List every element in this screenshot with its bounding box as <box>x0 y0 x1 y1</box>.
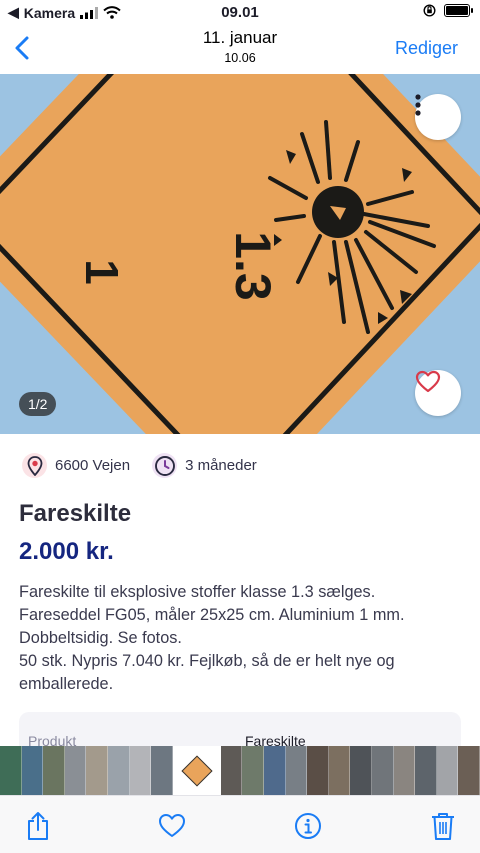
thumbnail[interactable] <box>307 746 329 795</box>
thumbnail[interactable] <box>86 746 108 795</box>
share-button[interactable] <box>23 811 53 841</box>
thumbnail[interactable] <box>328 746 351 795</box>
photo-counter: 1/2 <box>19 392 57 416</box>
sign-division-number: 1 <box>76 259 128 285</box>
heart-outline-icon <box>159 814 185 837</box>
thumbnail-selected[interactable] <box>172 746 221 795</box>
status-time: 09.01 <box>221 4 259 21</box>
description-line: Dobbeltsidig. Se fotos. <box>19 629 182 647</box>
status-bar: ◀ Kamera 09.01 <box>0 0 480 24</box>
thumbnail[interactable] <box>151 746 173 795</box>
bottom-toolbar <box>0 795 480 853</box>
thumbnail[interactable] <box>43 746 65 795</box>
thumbnail[interactable] <box>436 746 459 795</box>
delete-button[interactable] <box>428 811 458 841</box>
photo-thumbnail-strip[interactable] <box>0 746 480 795</box>
thumbnail[interactable] <box>21 746 44 795</box>
nav-bar: 11. januar 10.06 Rediger <box>0 24 480 74</box>
info-icon <box>295 813 321 839</box>
hazard-sign-image: 1.3 1 <box>0 74 480 434</box>
thumbnail[interactable] <box>0 746 22 795</box>
listing-title: Fareskilte <box>19 500 132 527</box>
thumbnail[interactable] <box>350 746 372 795</box>
description-line: Fareseddel FG05, måler 25x25 cm. Alumini… <box>19 606 405 624</box>
thumbnail[interactable] <box>285 746 308 795</box>
clock-icon <box>152 453 178 478</box>
edit-button[interactable]: Rediger <box>395 38 458 59</box>
more-options-button[interactable] <box>415 94 461 140</box>
thumbnail[interactable] <box>458 746 480 795</box>
age-text: 3 måneder <box>185 457 257 474</box>
description-line: Fareskilte til eksplosive stoffer klasse… <box>19 583 376 601</box>
info-button[interactable] <box>293 811 323 841</box>
listing-photo[interactable]: 1.3 1 1/2 <box>0 74 480 434</box>
listing-meta: 6600 Vejen 3 måneder <box>22 453 279 478</box>
thumbnail-sign-preview <box>181 754 213 787</box>
description-line: emballerede. <box>19 675 114 693</box>
listing-description: Fareskilte til eksplosive stoffer klasse… <box>19 581 469 696</box>
age-info: 3 måneder <box>152 453 257 478</box>
listing-price: 2.000 kr. <box>19 538 114 565</box>
thumbnail[interactable] <box>263 746 286 795</box>
location-pin-icon <box>22 453 47 478</box>
thumbnail[interactable] <box>242 746 264 795</box>
toolbar-favorite-button[interactable] <box>157 811 187 841</box>
favorite-button[interactable] <box>415 370 461 416</box>
thumbnail[interactable] <box>129 746 152 795</box>
thumbnail[interactable] <box>64 746 87 795</box>
location-text: 6600 Vejen <box>55 457 131 474</box>
share-icon <box>28 812 48 840</box>
thumbnail[interactable] <box>415 746 437 795</box>
orientation-lock-icon <box>423 4 436 17</box>
more-vertical-icon <box>415 94 421 116</box>
thumbnail[interactable] <box>107 746 130 795</box>
battery-icon <box>444 4 473 17</box>
location-info: 6600 Vejen <box>22 453 130 478</box>
thumbnail[interactable] <box>393 746 416 795</box>
thumbnail[interactable] <box>371 746 394 795</box>
thumbnail[interactable] <box>220 746 243 795</box>
trash-icon <box>432 813 454 840</box>
heart-icon <box>415 370 441 393</box>
sign-class-number: 1.3 <box>225 231 281 301</box>
description-line: 50 stk. Nypris 7.040 kr. Fejlkøb, så de … <box>19 652 395 670</box>
